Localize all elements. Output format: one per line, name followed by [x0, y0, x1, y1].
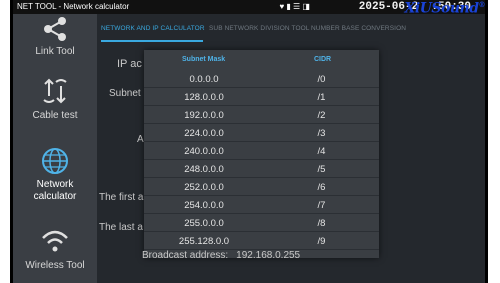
dropdown-option[interactable]: 248.0.0.0/5 — [144, 160, 379, 178]
sidebar-item-network-calculator[interactable]: Network calculator — [13, 146, 97, 203]
sidebar: Link Tool Cable test Network calculator … — [13, 14, 97, 283]
status-icons: ♥ ▮ ☰ ◨ — [279, 2, 310, 11]
dropdown-option[interactable]: 224.0.0.0/3 — [144, 124, 379, 142]
active-tab-indicator — [101, 40, 203, 42]
ip-address-label: IP ac — [117, 58, 142, 70]
sidebar-item-label: Network calculator — [33, 179, 77, 202]
tab-bar: NETWORK AND IP CALCULATOR SUB NETWORK DI… — [97, 14, 485, 44]
tab-sub-network-division[interactable]: SUB NETWORK DIVISION TOOL — [209, 25, 310, 32]
dropdown-option[interactable]: 0.0.0.0/0 — [144, 70, 379, 88]
sidebar-item-label: Link Tool — [35, 46, 75, 57]
dropdown-header: Subnet Mask CIDR — [144, 50, 379, 70]
sidebar-item-cable-test[interactable]: Cable test — [13, 76, 97, 121]
status-bar: NET TOOL - Network calculator ♥ ▮ ☰ ◨ 20… — [13, 0, 485, 16]
dropdown-options: 0.0.0.0/0 128.0.0.0/1 192.0.0.0/2 224.0.… — [144, 70, 379, 250]
dropdown-option[interactable]: 255.0.0.0/8 — [144, 214, 379, 232]
broadcast-address-row: Broadcast address: 192.168.0.255 — [142, 250, 300, 261]
a-label: A — [137, 134, 144, 145]
sidebar-item-wireless-tool[interactable]: Wireless Tool — [13, 228, 97, 271]
subnet-mask-dropdown: Subnet Mask CIDR 0.0.0.0/0 128.0.0.0/1 1… — [144, 50, 379, 258]
subnet-mask-column-header: Subnet Mask — [182, 56, 226, 63]
wifi-icon — [42, 230, 68, 252]
globe-icon — [42, 148, 68, 174]
dropdown-option[interactable]: 240.0.0.0/4 — [144, 142, 379, 160]
sidebar-item-label: Cable test — [32, 110, 78, 121]
tab-number-base-conversion[interactable]: NUMBER BASE CONVERSION — [311, 25, 406, 32]
sidebar-item-link-tool[interactable]: Link Tool — [13, 16, 97, 57]
dropdown-option[interactable]: 255.128.0.0/9 — [144, 232, 379, 250]
broadcast-address-value: 192.168.0.255 — [236, 250, 301, 261]
last-address-label: The last a — [99, 222, 143, 233]
dropdown-option[interactable]: 192.0.0.0/2 — [144, 106, 379, 124]
cidr-column-header: CIDR — [314, 56, 332, 63]
app-title: NET TOOL - Network calculator — [17, 2, 130, 11]
device-frame: NET TOOL - Network calculator ♥ ▮ ☰ ◨ 20… — [0, 0, 500, 283]
share-icon — [44, 17, 66, 41]
cable-test-icon — [43, 78, 67, 104]
dropdown-option[interactable]: 252.0.0.0/6 — [144, 178, 379, 196]
dropdown-option[interactable]: 254.0.0.0/7 — [144, 196, 379, 214]
dropdown-option[interactable]: 128.0.0.0/1 — [144, 88, 379, 106]
screen: NET TOOL - Network calculator ♥ ▮ ☰ ◨ 20… — [10, 0, 488, 283]
broadcast-address-label: Broadcast address: — [142, 250, 229, 261]
tab-network-ip-calculator[interactable]: NETWORK AND IP CALCULATOR — [101, 25, 205, 32]
first-address-label: The first a — [99, 192, 144, 203]
main-panel: NETWORK AND IP CALCULATOR SUB NETWORK DI… — [97, 14, 485, 283]
sidebar-item-label: Wireless Tool — [25, 260, 85, 271]
subnet-label: Subnet — [109, 88, 141, 99]
